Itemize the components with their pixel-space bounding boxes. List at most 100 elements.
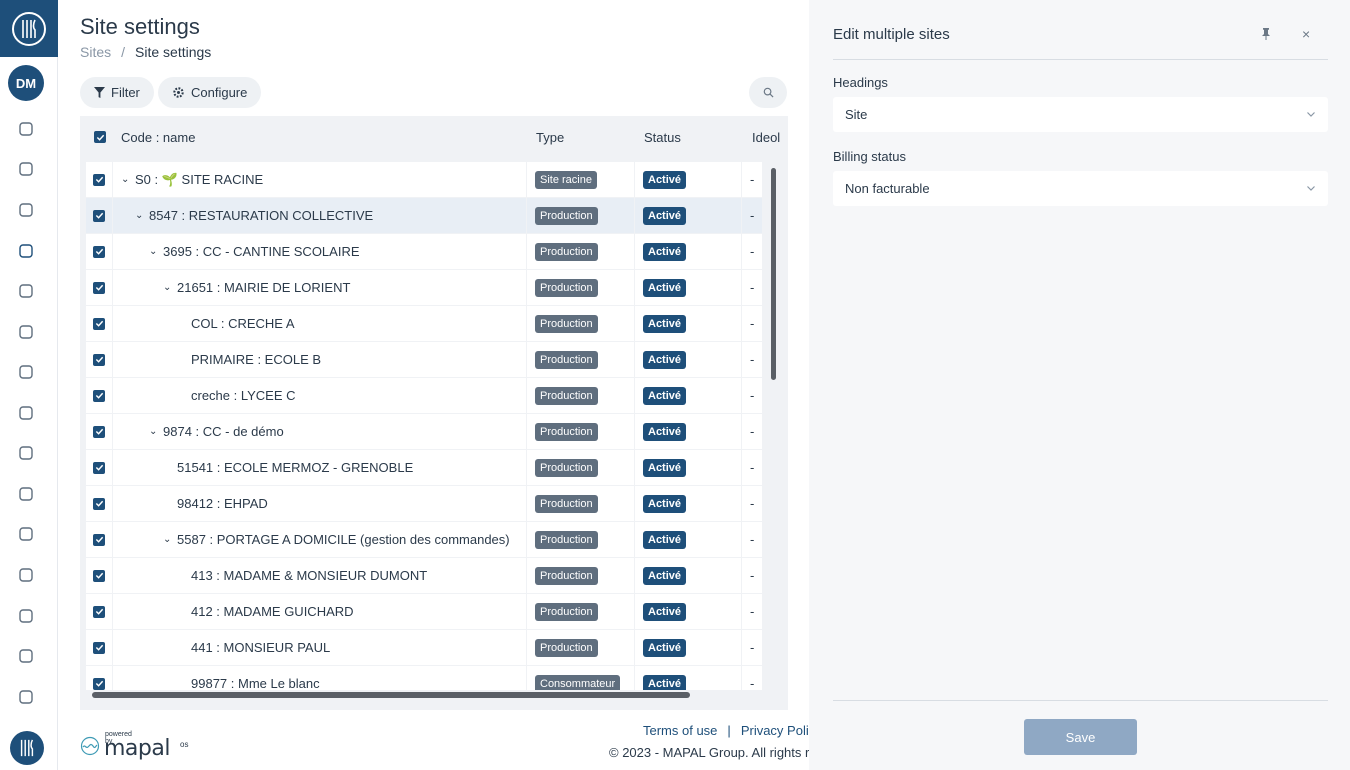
table-row[interactable]: ⌄ 3695 : CC - CANTINE SCOLAIRE Production A…: [86, 234, 762, 269]
heart-document-icon[interactable]: [15, 564, 37, 586]
terms-of-use-link[interactable]: Terms of use: [643, 723, 717, 738]
status-cell: Activé: [635, 342, 741, 377]
row-checkbox[interactable]: [93, 173, 105, 186]
site-name: PRIMAIRE : ECOLE B: [191, 352, 322, 367]
settings-icon[interactable]: [15, 483, 37, 505]
close-icon[interactable]: ×: [1302, 26, 1310, 42]
save-button[interactable]: Save: [1024, 719, 1137, 755]
status-cell: Activé: [635, 414, 741, 449]
mapal-os-logo-icon[interactable]: [10, 731, 44, 765]
table-row[interactable]: ⌄ 9874 : CC - de démo Production Activé -: [86, 414, 762, 449]
chevron-down-icon[interactable]: ⌄: [163, 282, 177, 293]
column-header-ideo[interactable]: Ideol: [752, 130, 780, 145]
table-row[interactable]: 98412 : EHPAD Production Activé -: [86, 486, 762, 521]
clipboard-icon[interactable]: [15, 199, 37, 221]
billing-status-select[interactable]: Non facturable: [833, 171, 1328, 206]
chevron-down-icon[interactable]: ⌄: [135, 210, 149, 221]
handshake-icon[interactable]: [15, 361, 37, 383]
type-cell: Production: [527, 594, 634, 629]
type-cell: Production: [527, 522, 634, 557]
table-row[interactable]: PRIMAIRE : ECOLE B Production Activé -: [86, 342, 762, 377]
row-checkbox[interactable]: [93, 605, 105, 618]
type-badge: Site racine: [535, 170, 597, 189]
breadcrumb-current: Site settings: [135, 44, 212, 60]
table-row[interactable]: 412 : MADAME GUICHARD Production Activé -: [86, 594, 762, 629]
site-name-cell: 412 : MADAME GUICHARD: [113, 594, 526, 629]
search-button[interactable]: [749, 77, 787, 108]
table-row[interactable]: creche : LYCEE C Production Activé -: [86, 378, 762, 413]
panel-title: Edit multiple sites: [833, 26, 950, 43]
row-checkbox[interactable]: [93, 533, 105, 546]
row-checkbox[interactable]: [93, 641, 105, 654]
row-checkbox[interactable]: [93, 281, 105, 294]
site-name: 3695 : CC - CANTINE SCOLAIRE: [163, 244, 360, 259]
basket-icon[interactable]: [15, 523, 37, 545]
column-header-status[interactable]: Status: [644, 130, 681, 145]
table-row[interactable]: 441 : MONSIEUR PAUL Production Activé -: [86, 630, 762, 665]
breadcrumb-sites-link[interactable]: Sites: [80, 44, 111, 60]
app-logo[interactable]: [0, 0, 58, 57]
table-row[interactable]: ⌄ 5587 : PORTAGE A DOMICILE (gestion des …: [86, 522, 762, 557]
row-checkbox[interactable]: [93, 425, 105, 438]
privacy-policy-link[interactable]: Privacy Poli: [741, 723, 809, 738]
table-row[interactable]: 99877 : Mme Le blanc Consommateur Activé -: [86, 666, 762, 690]
building-icon[interactable]: [15, 280, 37, 302]
status-badge: Activé: [643, 674, 687, 690]
status-badge: Activé: [643, 206, 687, 225]
row-checkbox[interactable]: [93, 353, 105, 366]
edit-list-icon[interactable]: [15, 158, 37, 180]
select-all-checkbox[interactable]: [94, 131, 106, 143]
site-name: 21651 : MAIRIE DE LORIENT: [177, 280, 351, 295]
table-row[interactable]: 51541 : ECOLE MERMOZ - GRENOBLE Productio…: [86, 450, 762, 485]
row-checkbox[interactable]: [93, 209, 105, 222]
type-badge: Production: [535, 602, 598, 621]
column-header-name[interactable]: Code : name: [121, 130, 195, 145]
filter-icon: [94, 87, 105, 98]
avatar[interactable]: DM: [8, 65, 44, 101]
type-cell: Production: [527, 558, 634, 593]
chevron-down-icon[interactable]: ⌄: [149, 246, 163, 257]
search-icon: [763, 87, 774, 98]
row-checkbox[interactable]: [93, 461, 105, 474]
pin-icon[interactable]: [1259, 27, 1273, 46]
table-row[interactable]: COL : CRECHE A Production Activé -: [86, 306, 762, 341]
type-cell: Production: [527, 342, 634, 377]
filter-button[interactable]: Filter: [80, 77, 154, 108]
type-badge: Production: [535, 638, 598, 657]
handshake-icon[interactable]: [15, 321, 37, 343]
table-row[interactable]: ⌄ 21651 : MAIRIE DE LORIENT Production Acti…: [86, 270, 762, 305]
row-checkbox[interactable]: [93, 677, 105, 690]
row-checkbox[interactable]: [93, 389, 105, 402]
row-checkbox[interactable]: [93, 497, 105, 510]
status-badge: Activé: [643, 458, 687, 477]
table-row[interactable]: 413 : MADAME & MONSIEUR DUMONT Production…: [86, 558, 762, 593]
row-checkbox-cell: [86, 414, 112, 449]
home-icon[interactable]: [15, 118, 37, 140]
row-checkbox-cell: [86, 270, 112, 305]
configure-button[interactable]: Configure: [158, 77, 262, 108]
chevron-down-icon[interactable]: ⌄: [121, 174, 135, 185]
store-icon[interactable]: [15, 240, 37, 262]
column-header-type[interactable]: Type: [536, 130, 564, 145]
cart-icon[interactable]: [15, 686, 37, 708]
document-list-icon[interactable]: [15, 605, 37, 627]
chevron-down-icon[interactable]: ⌄: [163, 534, 177, 545]
horizontal-scrollbar[interactable]: [92, 692, 690, 698]
table-row[interactable]: ⌄ 8547 : RESTAURATION COLLECTIVE Productio…: [86, 198, 762, 233]
table-row[interactable]: ⌄ S0 : 🌱 SITE RACINE Site racine Activé -: [86, 162, 762, 197]
headings-select[interactable]: Site: [833, 97, 1328, 132]
row-checkbox[interactable]: [93, 245, 105, 258]
bag-icon[interactable]: [15, 402, 37, 424]
row-checkbox[interactable]: [93, 317, 105, 330]
site-name-cell: 413 : MADAME & MONSIEUR DUMONT: [113, 558, 526, 593]
mapal-wave-icon: [80, 736, 100, 756]
vertical-scrollbar[interactable]: [771, 168, 776, 380]
row-checkbox[interactable]: [93, 569, 105, 582]
ideo-cell: -: [742, 306, 762, 341]
chevron-down-icon[interactable]: ⌄: [149, 426, 163, 437]
row-checkbox-cell: [86, 486, 112, 521]
chef-hat-icon[interactable]: [15, 442, 37, 464]
bell-icon[interactable]: [15, 645, 37, 667]
panel-footer-divider: [833, 700, 1328, 701]
site-name: S0 : 🌱 SITE RACINE: [135, 171, 264, 187]
